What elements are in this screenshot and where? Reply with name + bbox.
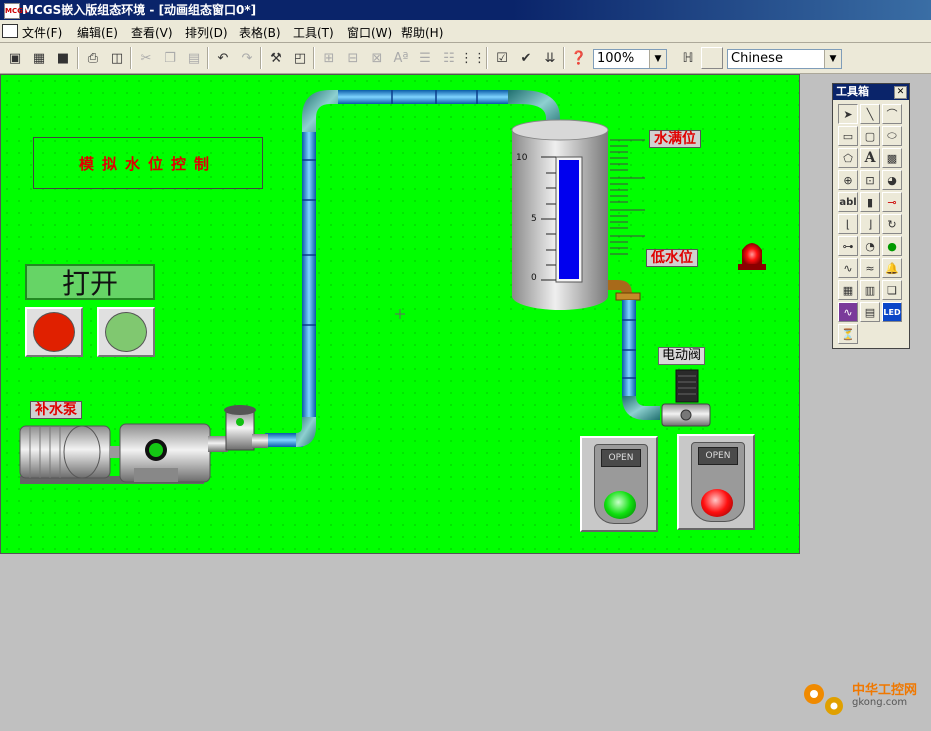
open-tag: OPEN — [698, 447, 738, 465]
watermark-url: gkong.com — [852, 697, 908, 708]
meter-tool-icon[interactable]: ⊶ — [838, 236, 858, 256]
clock-tool-icon[interactable]: ⏳ — [838, 324, 858, 344]
button-face: OPEN — [691, 442, 745, 522]
toolbox-title: 工具箱 — [836, 85, 869, 98]
report-tool-icon[interactable]: ▤ — [860, 302, 880, 322]
text-tool-icon[interactable]: A — [860, 148, 880, 168]
motorized-valve — [661, 369, 711, 427]
insert-element-icon[interactable]: ⊕ — [838, 170, 858, 190]
alarm-light — [738, 243, 766, 270]
open-label[interactable]: 打开 — [25, 264, 155, 300]
process-graphics: 10 5 0 — [19, 90, 766, 484]
toolbox-header: 工具箱 ✕ — [833, 84, 909, 100]
slider-tool-icon[interactable]: ⊸ — [882, 192, 902, 212]
rectangle-tool-icon[interactable]: ▭ — [838, 126, 858, 146]
label-tool-icon[interactable]: abl — [838, 192, 858, 212]
globe-tool-icon[interactable]: ◕ — [882, 170, 902, 190]
flow-tool-icon[interactable]: ⌋ — [860, 214, 880, 234]
outlet-pipe — [608, 280, 660, 420]
ellipse-tool-icon[interactable]: ⬭ — [882, 126, 902, 146]
side-scale — [610, 139, 645, 255]
open-button-green[interactable]: OPEN — [580, 436, 658, 532]
arc-tool-icon[interactable]: ⌒ — [882, 104, 902, 124]
rounded-rectangle-tool-icon[interactable]: ▢ — [860, 126, 880, 146]
dial-tool-icon[interactable]: ◔ — [860, 236, 880, 256]
line-tool-icon[interactable]: ╲ — [860, 104, 880, 124]
scale-10: 10 — [516, 153, 528, 163]
start-button[interactable] — [97, 307, 155, 357]
stock-tool-icon[interactable]: ❏ — [882, 280, 902, 300]
simulation-title-box[interactable]: 模拟水位控制 — [33, 137, 263, 189]
input-box-tool-icon[interactable]: ▮ — [860, 192, 880, 212]
scale-0: 0 — [531, 273, 537, 283]
scale-5: 5 — [531, 214, 537, 224]
high-level-label: 水满位 — [649, 130, 701, 148]
save-element-icon[interactable]: ⊡ — [860, 170, 880, 190]
history-trend-tool-icon[interactable]: ≈ — [860, 258, 880, 278]
button-face: OPEN — [594, 444, 648, 524]
valve-label: 电动阀 — [658, 347, 706, 365]
indicator-tool-icon[interactable]: ● — [882, 236, 902, 256]
pump-label: 补水泵 — [30, 401, 82, 419]
tank-level-bar — [559, 160, 579, 279]
open-tag: OPEN — [601, 449, 641, 467]
close-icon[interactable]: ✕ — [894, 86, 907, 99]
table-tool-icon[interactable]: ▦ — [838, 280, 858, 300]
simulation-title: 模拟水位控制 — [78, 154, 217, 173]
alarm-tool-icon[interactable]: 🔔 — [882, 258, 902, 278]
green-indicator-icon — [105, 312, 147, 352]
chart-tool-icon[interactable]: ∿ — [838, 302, 858, 322]
stop-button[interactable] — [25, 307, 83, 357]
toolbox-panel: 工具箱 ✕ ➤ ╲ ⌒ ▭ ▢ ⬭ ⬠ A ▩ ⊕ ⊡ ◕ abl ▮ ⊸ ⌊ … — [832, 83, 910, 349]
polygon-tool-icon[interactable]: ⬠ — [838, 148, 858, 168]
rotate-tool-icon[interactable]: ↻ — [882, 214, 902, 234]
cursor-crosshair-icon — [395, 309, 405, 319]
trend-tool-icon[interactable]: ∿ — [838, 258, 858, 278]
red-lamp-icon — [701, 489, 733, 517]
pipe-tool-icon[interactable]: ⌊ — [838, 214, 858, 234]
green-lamp-icon — [604, 491, 636, 519]
pointer-tool-icon[interactable]: ➤ — [838, 104, 858, 124]
led-tool-icon[interactable]: LED — [882, 302, 902, 322]
open-button-red[interactable]: OPEN — [677, 434, 755, 530]
custom-table-tool-icon[interactable]: ▥ — [860, 280, 880, 300]
watermark-name: 中华工控网 — [852, 683, 918, 698]
bitmap-tool-icon[interactable]: ▩ — [882, 148, 902, 168]
low-level-label: 低水位 — [646, 249, 698, 267]
red-indicator-icon — [33, 312, 75, 352]
